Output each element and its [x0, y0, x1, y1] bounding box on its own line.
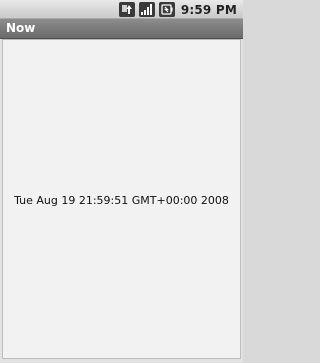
status-clock: 9:59 PM [180, 2, 237, 17]
time-button-label: Tue Aug 19 21:59:51 GMT+00:00 2008 [14, 194, 229, 207]
network-activity-icon [118, 2, 135, 17]
android-screen: 9:59 PM Now Tue Aug 19 21:59:51 GMT+00:0… [0, 0, 243, 363]
signal-strength-icon [138, 2, 155, 17]
title-bar: Now [0, 19, 243, 39]
time-button[interactable]: Tue Aug 19 21:59:51 GMT+00:00 2008 [2, 39, 241, 359]
app-title: Now [6, 21, 36, 35]
battery-icon [158, 2, 175, 17]
status-bar: 9:59 PM [0, 0, 243, 19]
status-icons: 9:59 PM [118, 1, 237, 18]
